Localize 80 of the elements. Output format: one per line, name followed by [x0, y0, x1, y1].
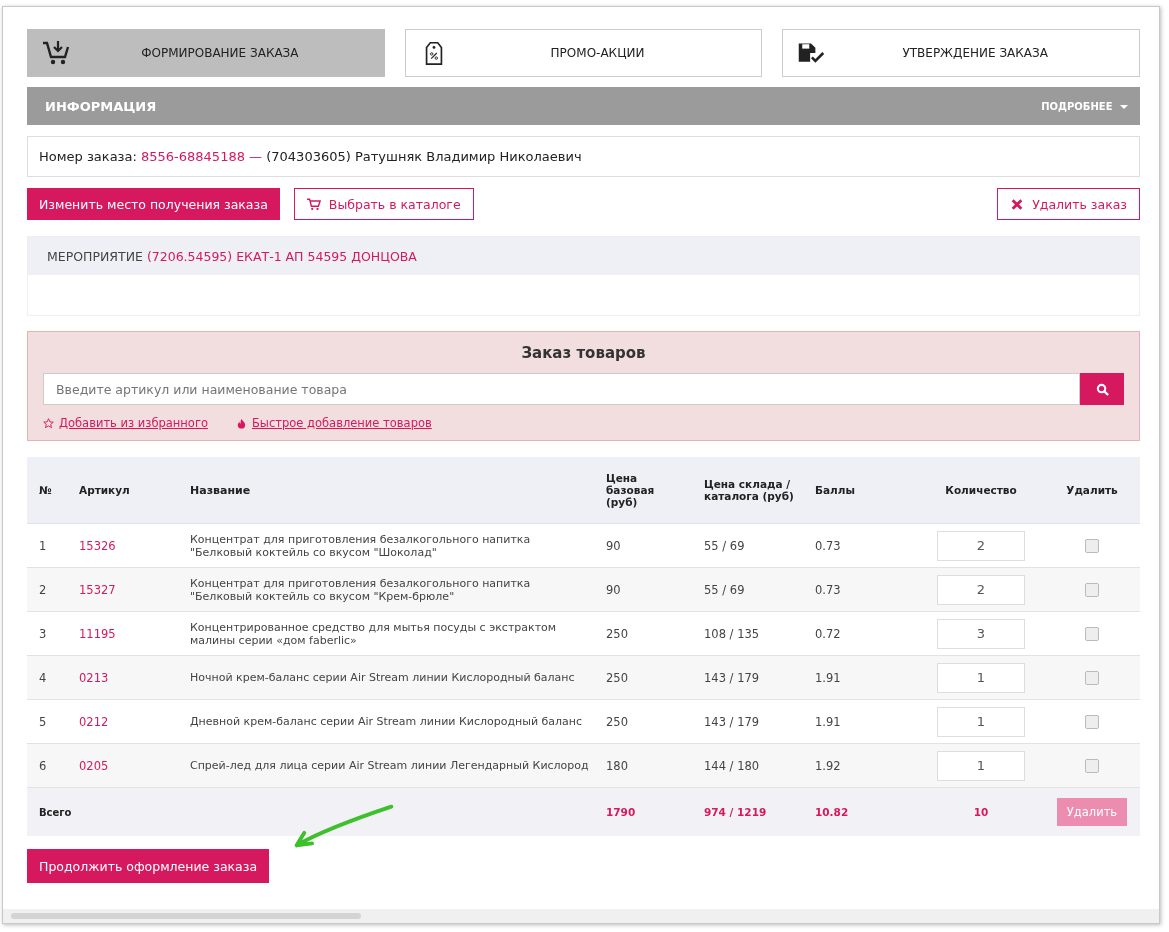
- table-cell: 5: [27, 699, 71, 744]
- continue-button[interactable]: Продолжить оформление заказа: [27, 849, 270, 883]
- table-cell: 90: [598, 567, 696, 612]
- link[interactable]: Добавить из избранного: [59, 416, 208, 430]
- table-cell: 6: [27, 743, 71, 788]
- search-icon: [1095, 382, 1109, 396]
- column-header: Баллы: [807, 457, 918, 524]
- sku-link[interactable]: 0212: [71, 699, 182, 744]
- table-cell: Дневной крем-баланс серии Air Stream линии Кислородный баланс: [182, 699, 598, 744]
- checkbox[interactable]: [1085, 758, 1099, 773]
- catalog-button[interactable]: Выбрать в каталоге: [293, 188, 474, 220]
- table-cell: Концентрат для приготовления безалкогольного напитка "Белковый коктейль со вкусом "Крем-брюле": [182, 567, 598, 612]
- change-pickup-button[interactable]: Изменить место получения заказа: [27, 188, 280, 220]
- table-cell: 4: [27, 655, 71, 700]
- sku-link[interactable]: 0213: [71, 655, 182, 700]
- checkbox[interactable]: [1085, 582, 1099, 597]
- table-cell: 3: [27, 611, 71, 656]
- quantity-field[interactable]: 1: [937, 662, 1025, 693]
- column-header: Цена склада / каталога (руб): [696, 457, 807, 524]
- table-cell: 55 / 69: [696, 523, 807, 568]
- search-button[interactable]: [1080, 373, 1124, 405]
- table-cell: 0.72: [807, 611, 918, 656]
- link[interactable]: Быстрое добавление товаров: [251, 416, 432, 430]
- table-cell: 143 / 179: [696, 655, 807, 700]
- table-cell: 180: [598, 743, 696, 788]
- quantity-field[interactable]: 3: [937, 618, 1025, 649]
- table-cell: 250: [598, 611, 696, 656]
- more-dropdown[interactable]: ПОДРОБНЕЕ: [1041, 100, 1128, 112]
- table-cell: 2: [27, 567, 71, 612]
- checkbox[interactable]: [1085, 670, 1099, 685]
- checkbox[interactable]: [1085, 538, 1099, 553]
- close-icon: [1010, 197, 1025, 211]
- tab[interactable]: ПРОМО-АКЦИИ: [404, 29, 763, 77]
- column-header: Артикул: [71, 457, 182, 524]
- total-label: Всего: [39, 806, 72, 818]
- table-cell: 55 / 69: [696, 567, 807, 612]
- cart-icon: [306, 197, 321, 211]
- table-cell: 1.91: [807, 655, 918, 700]
- table-cell: 1.92: [807, 743, 918, 788]
- table-cell: Ночной крем-баланс серии Air Stream линии Кислородный баланс: [182, 655, 598, 700]
- table-cell: 1.91: [807, 699, 918, 744]
- table-cell: Концентрированное средство для мытья посуды с экстрактом малины серии «дом faberlic»: [182, 611, 598, 656]
- table-cell: 144 / 180: [696, 743, 807, 788]
- flame-icon: [235, 417, 247, 429]
- table-cell: Концентрат для приготовления безалкогольного напитка "Белковый коктейль со вкусом "Шоколад": [182, 523, 598, 568]
- checkbox[interactable]: [1085, 626, 1099, 641]
- tab[interactable]: ФОРМИРОВАНИЕ ЗАКАЗА: [27, 29, 385, 77]
- table-cell: Спрей-лед для лица серии Air Stream линии Легендарный Кислород: [182, 743, 598, 788]
- table-cell: 108 / 135: [696, 611, 807, 656]
- column-header: Название: [182, 457, 598, 524]
- info-title: ИНФОРМАЦИЯ: [45, 98, 157, 114]
- column-header: Удалить: [1044, 457, 1140, 524]
- column-header: №: [27, 457, 71, 524]
- quantity-field[interactable]: 2: [937, 574, 1025, 605]
- tab[interactable]: УТВЕРЖДЕНИЕ ЗАКАЗА: [782, 29, 1140, 77]
- table-cell: 0.73: [807, 567, 918, 612]
- column-header: Цена базовая (руб): [598, 457, 696, 524]
- sku-link[interactable]: 11195: [71, 611, 182, 656]
- panel-title: Заказ товаров: [520, 344, 647, 362]
- delete-order-button[interactable]: Удалить заказ: [997, 188, 1140, 220]
- sku-link[interactable]: 15327: [71, 567, 182, 612]
- column-header: Количество: [918, 457, 1044, 524]
- table-cell: 0.73: [807, 523, 918, 568]
- table-cell: 143 / 179: [696, 699, 807, 744]
- sku-link[interactable]: 15326: [71, 523, 182, 568]
- table-cell: 250: [598, 699, 696, 744]
- event-text: МЕРОПРИЯТИЕ (7206.54595) ЕКАТ-1 АП 54595 ДОНЦОВА: [47, 248, 417, 264]
- quantity-field[interactable]: 1: [937, 750, 1025, 781]
- checkbox[interactable]: [1085, 714, 1099, 729]
- table-cell: 250: [598, 655, 696, 700]
- cart-icon: [42, 40, 70, 66]
- table-cell: 90: [598, 523, 696, 568]
- table-cell: 1: [27, 523, 71, 568]
- star-icon: [43, 417, 54, 429]
- search-field[interactable]: Введите артикул или наименование товара: [43, 373, 1080, 405]
- quantity-field[interactable]: 1: [937, 706, 1025, 737]
- document-check-icon: [797, 40, 826, 66]
- quantity-field[interactable]: 2: [937, 530, 1025, 561]
- sku-link[interactable]: 0205: [71, 743, 182, 788]
- order-number-text: Номер заказа: 8556-68845188 — (704303605) Ратушняк Владимир Николаевич: [39, 149, 582, 164]
